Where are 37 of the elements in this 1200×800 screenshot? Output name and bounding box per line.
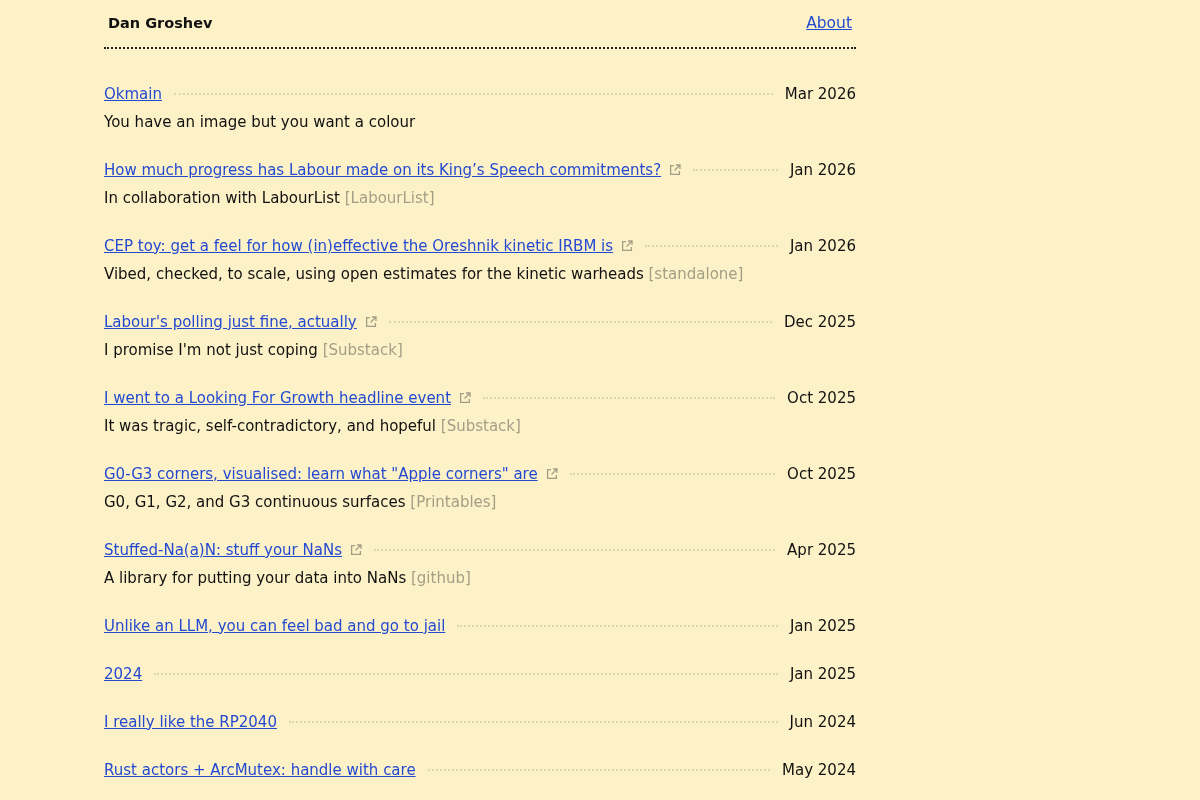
post-date: Jan 2025 bbox=[789, 663, 856, 685]
post-date: Oct 2025 bbox=[787, 387, 856, 409]
post-title-link[interactable]: G0-G3 corners, visualised: learn what "Apple corners" are bbox=[104, 462, 538, 486]
about-link[interactable]: About bbox=[806, 11, 852, 36]
post-description: Vibed, checked, to scale, using open estimates for the kinetic warheads bbox=[104, 265, 644, 283]
post-description: You have an image but you want a colour bbox=[104, 113, 416, 131]
site-title[interactable]: Dan Groshev bbox=[108, 12, 213, 35]
post-date: Jan 2025 bbox=[789, 615, 856, 637]
source-tag: [Printables] bbox=[410, 493, 497, 511]
post-title-link[interactable]: I went to a Looking For Growth headline event bbox=[104, 386, 451, 410]
post-date: Oct 2025 bbox=[787, 463, 856, 485]
post-date: Mar 2026 bbox=[784, 83, 856, 105]
post-title-link[interactable]: Stuffed-Na(a)N: stuff your NaNs bbox=[104, 538, 342, 562]
post-title-link[interactable]: How much progress has Labour made on its King’s Speech commitments? bbox=[104, 158, 662, 182]
post-description: G0, G1, G2, and G3 continuous surfaces bbox=[104, 493, 406, 511]
post-description: I promise I'm not just coping bbox=[104, 341, 318, 359]
post-title-link[interactable]: Okmain bbox=[104, 82, 162, 106]
post-date: Jan 2026 bbox=[789, 159, 856, 181]
source-tag: [LabourList] bbox=[344, 189, 435, 207]
post-date: Apr 2025 bbox=[787, 539, 856, 561]
post-title-link[interactable]: CEP toy: get a feel for how (in)effective the Oreshnik kinetic IRBM is bbox=[104, 234, 614, 258]
post-title-link[interactable]: I really like the RP2040 bbox=[104, 710, 277, 734]
post-title-link[interactable]: Unlike an LLM, you can feel bad and go to jail bbox=[104, 614, 446, 638]
post-description: In collaboration with LabourList bbox=[104, 189, 340, 207]
post-date: Dec 2025 bbox=[784, 311, 856, 333]
source-tag: [Substack] bbox=[440, 417, 521, 435]
post-title-link[interactable]: Labour's polling just fine, actually bbox=[104, 310, 357, 334]
post-description: It was tragic, self-contradictory, and hopeful bbox=[104, 417, 437, 435]
source-tag: [standalone] bbox=[648, 265, 744, 283]
post-title-link[interactable]: 2024 bbox=[104, 662, 143, 686]
post-date: May 2024 bbox=[782, 759, 856, 781]
post-title-link[interactable]: Rust actors + ArcMutex: handle with care bbox=[104, 758, 416, 782]
post-date: Jan 2026 bbox=[789, 235, 856, 257]
post-description: A library for putting your data into NaNs bbox=[104, 569, 407, 587]
source-tag: [github] bbox=[411, 569, 471, 587]
post-date: Jun 2024 bbox=[789, 711, 856, 733]
source-tag: [Substack] bbox=[322, 341, 403, 359]
